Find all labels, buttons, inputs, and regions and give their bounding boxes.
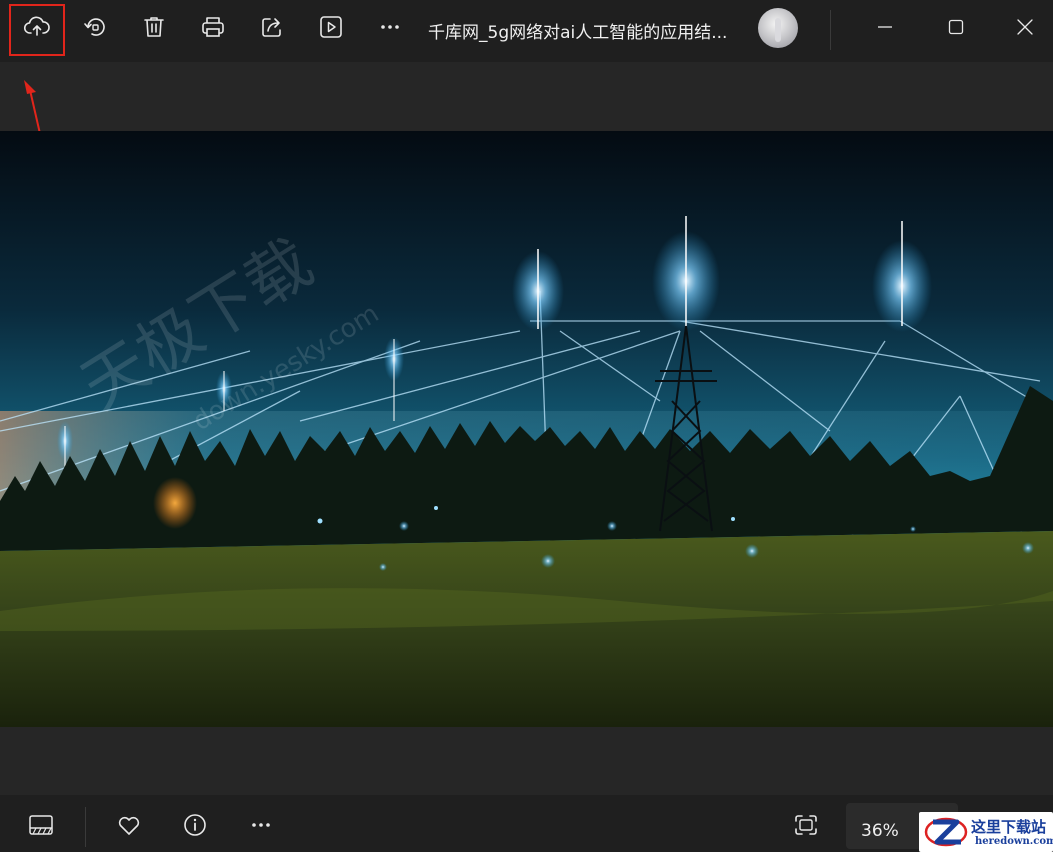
photo-illustration: 天极下载 down.yesky.com <box>0 216 1053 727</box>
z-logo-icon <box>924 817 968 847</box>
top-toolbar: 千库网_5g网络对ai人工智能的应用结... <box>0 0 1053 62</box>
watermark-cn: 天极下载 <box>69 226 325 424</box>
annotation-highlight-box <box>9 4 65 56</box>
site-watermark-logo: 这里下载站 heredown.com <box>919 812 1053 852</box>
photo-watermark: 天极下载 down.yesky.com <box>69 226 384 437</box>
close-button[interactable] <box>1002 10 1048 44</box>
file-title: 千库网_5g网络对ai人工智能的应用结... <box>428 23 728 43</box>
forest-silhouette <box>0 386 1053 551</box>
filmstrip-button[interactable] <box>21 809 61 841</box>
favorite-button[interactable] <box>109 809 149 841</box>
displayed-photo: 天极下载 down.yesky.com <box>0 131 1053 727</box>
print-button[interactable] <box>187 4 239 50</box>
rotate-button[interactable] <box>69 4 121 50</box>
info-icon <box>184 814 206 836</box>
photo-viewer-window: 千库网_5g网络对ai人工智能的应用结... 天极下载 down.yesky.c… <box>0 0 1053 852</box>
maximize-icon <box>948 19 964 35</box>
site-watermark-en: heredown.com <box>975 836 1053 847</box>
site-watermark-cn: 这里下载站 <box>971 818 1047 836</box>
info-button[interactable] <box>175 809 215 841</box>
delete-button[interactable] <box>128 4 180 50</box>
zoom-level: 36% <box>861 821 899 841</box>
share-icon <box>262 18 281 37</box>
print-icon <box>202 17 224 37</box>
filmstrip-icon <box>29 815 53 835</box>
rotate-icon <box>84 18 105 36</box>
heart-icon <box>118 816 140 835</box>
more-icon <box>381 25 399 29</box>
account-avatar[interactable] <box>758 8 798 48</box>
toolbar-divider <box>830 10 831 50</box>
more-options-button[interactable] <box>364 4 416 50</box>
more-icon <box>252 823 270 827</box>
maximize-button[interactable] <box>933 10 979 44</box>
fit-to-window-icon <box>795 815 817 835</box>
slideshow-icon <box>320 16 342 38</box>
slideshow-button[interactable] <box>305 4 357 50</box>
minimize-button[interactable] <box>862 10 908 44</box>
close-icon <box>1017 19 1033 35</box>
bottom-more-button[interactable] <box>241 809 281 841</box>
delete-icon <box>144 17 164 37</box>
share-button[interactable] <box>246 4 298 50</box>
fit-to-window-button[interactable] <box>786 809 826 841</box>
bottom-divider <box>85 807 86 847</box>
minimize-icon <box>878 26 892 28</box>
